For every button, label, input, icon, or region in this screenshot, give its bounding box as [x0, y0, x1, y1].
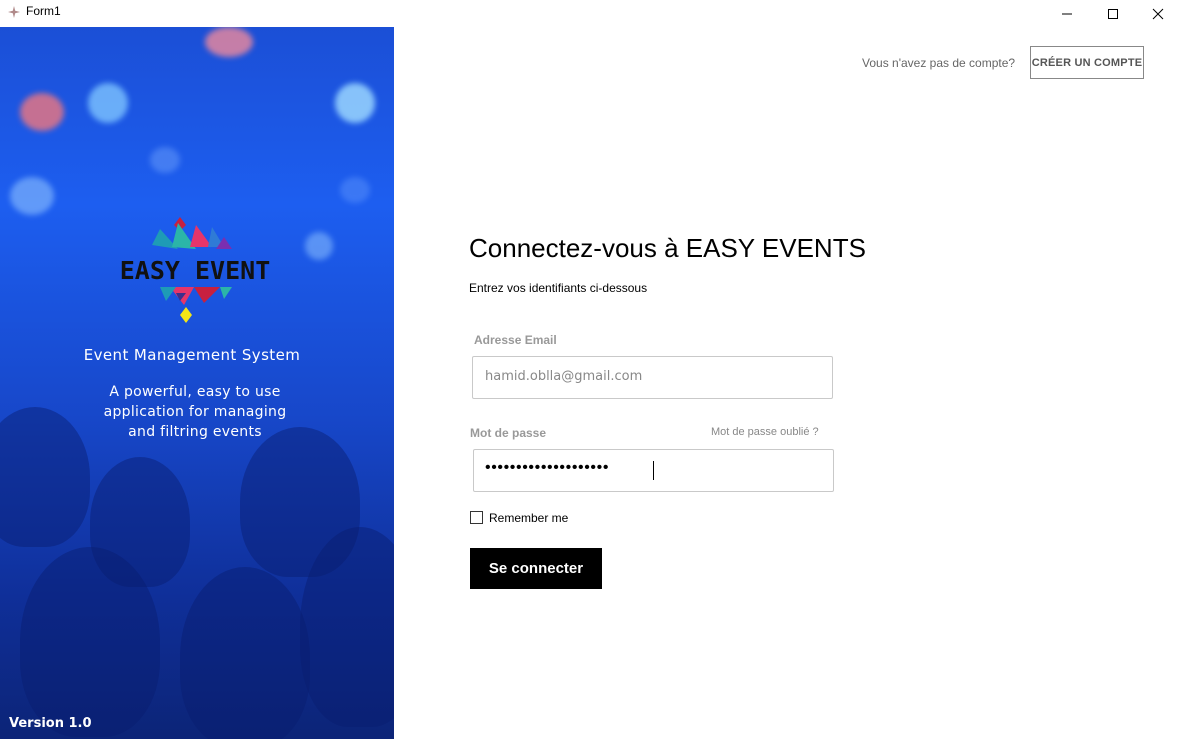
hero-panel: EASY EVENT Event Management System A pow…	[0, 27, 394, 739]
remember-me-checkbox[interactable]	[470, 511, 483, 524]
maximize-button[interactable]	[1090, 0, 1136, 27]
create-account-button[interactable]: CRÉER UN COMPTE	[1030, 46, 1144, 79]
logo-text: EASY EVENT	[119, 256, 271, 285]
bokeh-light	[10, 177, 54, 215]
remember-me-label[interactable]: Remember me	[489, 511, 568, 525]
no-account-prompt: Vous n'avez pas de compte?	[862, 56, 1016, 70]
hero-tagline-text: A powerful, easy to use application for …	[103, 384, 287, 440]
bokeh-light	[20, 93, 64, 131]
password-field[interactable]: ••••••••••••••••••••	[473, 449, 834, 492]
bokeh-light	[305, 232, 333, 260]
version-label: Version 1.0	[9, 716, 92, 731]
text-caret	[653, 461, 654, 480]
login-button[interactable]: Se connecter	[470, 548, 602, 589]
page-title: Connectez-vous à EASY EVENTS	[469, 233, 866, 263]
hero-tagline: A powerful, easy to use application for …	[0, 382, 390, 442]
password-label: Mot de passe	[470, 426, 547, 440]
minimize-icon	[1062, 13, 1072, 14]
bokeh-light	[150, 147, 180, 173]
minimize-button[interactable]	[1044, 0, 1090, 27]
password-value: ••••••••••••••••••••	[485, 459, 610, 476]
window-title: Form1	[26, 4, 61, 18]
crowd-silhouette	[180, 567, 310, 739]
close-icon	[1152, 8, 1164, 19]
email-value: hamid.oblla@gmail.com	[485, 369, 643, 384]
crowd-silhouette	[20, 547, 160, 737]
bokeh-light	[205, 27, 253, 57]
close-button[interactable]	[1135, 0, 1180, 27]
bokeh-light	[335, 83, 375, 123]
bokeh-light	[88, 83, 128, 123]
hero-heading: Event Management System	[83, 346, 301, 364]
app-icon	[8, 6, 20, 18]
forgot-password-link[interactable]: Mot de passe oublié ?	[711, 426, 819, 438]
page-subtitle: Entrez vos identifiants ci-dessous	[469, 281, 648, 295]
bokeh-light	[340, 177, 370, 203]
email-label: Adresse Email	[474, 333, 557, 347]
email-field[interactable]: hamid.oblla@gmail.com	[472, 356, 833, 399]
maximize-icon	[1108, 8, 1118, 19]
window-titlebar: Form1	[0, 0, 1180, 27]
